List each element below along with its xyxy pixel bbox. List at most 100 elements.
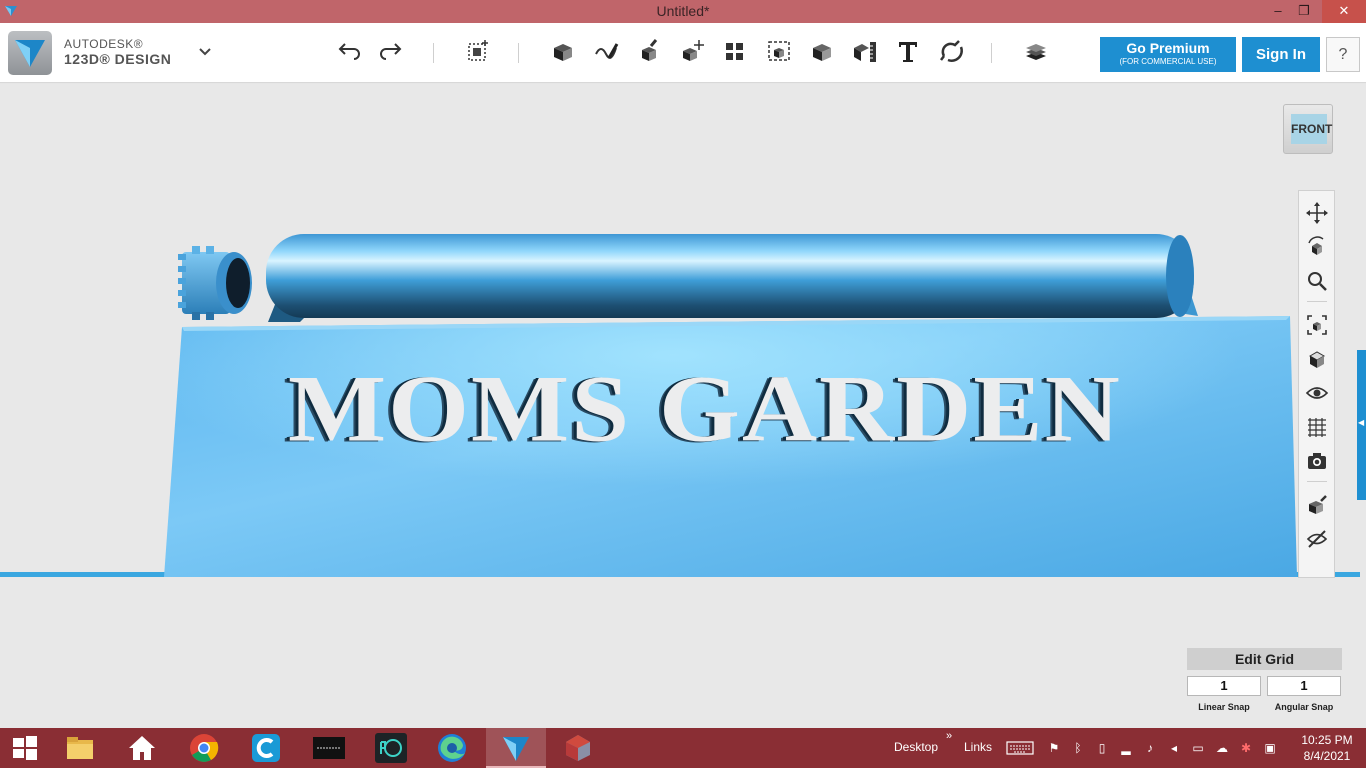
snap-button[interactable] [936, 36, 966, 66]
minimize-button[interactable]: – [1265, 0, 1291, 23]
desktop-toolbar-label[interactable]: Desktop [894, 740, 938, 754]
chevron-down-icon[interactable] [198, 45, 212, 59]
flag-icon[interactable]: ⚑ [1046, 740, 1062, 756]
pix-app-taskbar-button[interactable] [360, 728, 420, 768]
zoom-button[interactable] [1305, 269, 1329, 293]
views-icon [1308, 351, 1326, 368]
brand-line-1: AUTODESK® [64, 37, 144, 51]
toolbar-divider [991, 43, 992, 63]
edge-taskbar-button[interactable] [422, 728, 482, 768]
close-button[interactable]: ✕ [1322, 0, 1366, 23]
modify-icon [683, 40, 704, 61]
fit-button[interactable] [1305, 313, 1329, 337]
battery-icon[interactable]: ▯ [1094, 740, 1110, 756]
cloud-icon[interactable]: ☁ [1214, 740, 1230, 756]
visibility-icon [1305, 387, 1329, 399]
123d-design-taskbar-button[interactable] [486, 728, 546, 768]
edge-icon [438, 734, 466, 762]
start-button[interactable] [0, 728, 50, 768]
material-icon [1026, 44, 1046, 60]
meshmixer-taskbar-button[interactable] [548, 728, 608, 768]
speaker-icon[interactable]: ◂ [1166, 740, 1182, 756]
app-window: Untitled* – ❐ ✕ AUTODESK® 123D® DESIGN G… [0, 0, 1366, 768]
undo-icon [338, 43, 360, 60]
roller-tube [266, 234, 1194, 318]
modify-button[interactable] [677, 36, 707, 66]
measure-button[interactable] [850, 36, 880, 66]
3d-viewport[interactable]: MOMS GARDEN FRONT ◀ Edit Grid 1 1 Linear… [0, 84, 1366, 728]
orbit-icon [1308, 236, 1324, 255]
chevron-left-icon: ◀ [1358, 418, 1365, 427]
grid-button[interactable] [1305, 415, 1329, 439]
combine-button[interactable] [807, 36, 837, 66]
view-cube[interactable]: FRONT [1283, 104, 1333, 154]
hide-sketch-button[interactable] [1305, 527, 1329, 551]
group-button[interactable] [764, 36, 794, 66]
transform-button[interactable] [463, 36, 493, 66]
antivirus-icon[interactable]: ✱ [1238, 740, 1254, 756]
pattern-button[interactable] [720, 36, 750, 66]
123d-design-icon [503, 737, 529, 761]
pixel-app-icon [375, 733, 407, 763]
transform-icon [468, 40, 488, 61]
linear-snap-field[interactable]: 1 [1187, 676, 1261, 696]
zoom-icon [1308, 272, 1327, 291]
pan-button[interactable] [1305, 201, 1329, 225]
material-brush-icon [1309, 495, 1327, 514]
media-app-icon [313, 737, 345, 759]
clock-time: 10:25 PM [1301, 733, 1353, 747]
sign-in-button[interactable]: Sign In [1242, 37, 1320, 72]
gear-knob [178, 246, 252, 320]
help-button[interactable]: ? [1326, 37, 1360, 72]
nav-divider [1307, 301, 1327, 302]
grid-icon [1308, 418, 1326, 437]
pattern-icon [726, 43, 743, 60]
measure-icon [854, 42, 876, 62]
brand-name: AUTODESK® 123D® DESIGN [64, 37, 171, 67]
c-app-icon [252, 734, 280, 762]
links-toolbar-label[interactable]: Links [964, 740, 992, 754]
undo-button[interactable] [334, 36, 364, 66]
keyboard-icon[interactable] [1006, 740, 1034, 756]
hide-icon [1306, 530, 1328, 548]
text-icon [899, 42, 917, 62]
file-explorer-taskbar-button[interactable] [50, 728, 110, 768]
monitor-icon[interactable]: ▭ [1190, 740, 1206, 756]
snap-icon [940, 40, 963, 62]
bluetooth-icon[interactable]: ᛒ [1070, 740, 1086, 756]
edit-grid-button[interactable]: Edit Grid [1187, 648, 1342, 670]
side-panel-toggle[interactable]: ◀ [1357, 350, 1366, 500]
material-button[interactable] [1021, 36, 1051, 66]
view-cube-front-face[interactable]: FRONT [1291, 114, 1332, 144]
go-premium-button[interactable]: Go Premium (FOR COMMERCIAL USE) [1100, 37, 1236, 72]
angular-snap-field[interactable]: 1 [1267, 676, 1341, 696]
logo-icon [15, 40, 45, 67]
sketch-button[interactable] [591, 36, 621, 66]
restore-button[interactable]: ❐ [1291, 0, 1317, 23]
app-logo[interactable] [8, 31, 52, 75]
views-button[interactable] [1305, 347, 1329, 371]
primitives-button[interactable] [548, 36, 578, 66]
construct-button[interactable] [634, 36, 664, 66]
home-taskbar-button[interactable] [112, 728, 172, 768]
screenshot-button[interactable] [1305, 449, 1329, 473]
material-view-button[interactable] [1305, 493, 1329, 517]
network-icon[interactable]: ▣ [1262, 740, 1278, 756]
chrome-taskbar-button[interactable] [174, 728, 234, 768]
chrome-icon [190, 734, 219, 762]
title-bar: Untitled* – ❐ ✕ [0, 0, 1366, 23]
signal-icon[interactable]: ▂ [1118, 740, 1134, 756]
text-button[interactable] [893, 36, 923, 66]
visibility-button[interactable] [1305, 381, 1329, 405]
taskbar-clock[interactable]: 10:25 PM 8/4/2021 [1296, 732, 1358, 764]
kinemaster-taskbar-button[interactable] [298, 728, 358, 768]
premium-sublabel: (FOR COMMERCIAL USE) [1119, 57, 1217, 66]
volume-icon[interactable]: ♪ [1142, 740, 1158, 756]
model-text: MOMS GARDEN [288, 355, 1122, 462]
nav-divider [1307, 481, 1327, 482]
redo-button[interactable] [376, 36, 406, 66]
home-icon [129, 736, 155, 760]
ccleaner-taskbar-button[interactable] [236, 728, 296, 768]
toolbar-chevron[interactable]: » [946, 730, 952, 742]
orbit-button[interactable] [1305, 235, 1329, 259]
